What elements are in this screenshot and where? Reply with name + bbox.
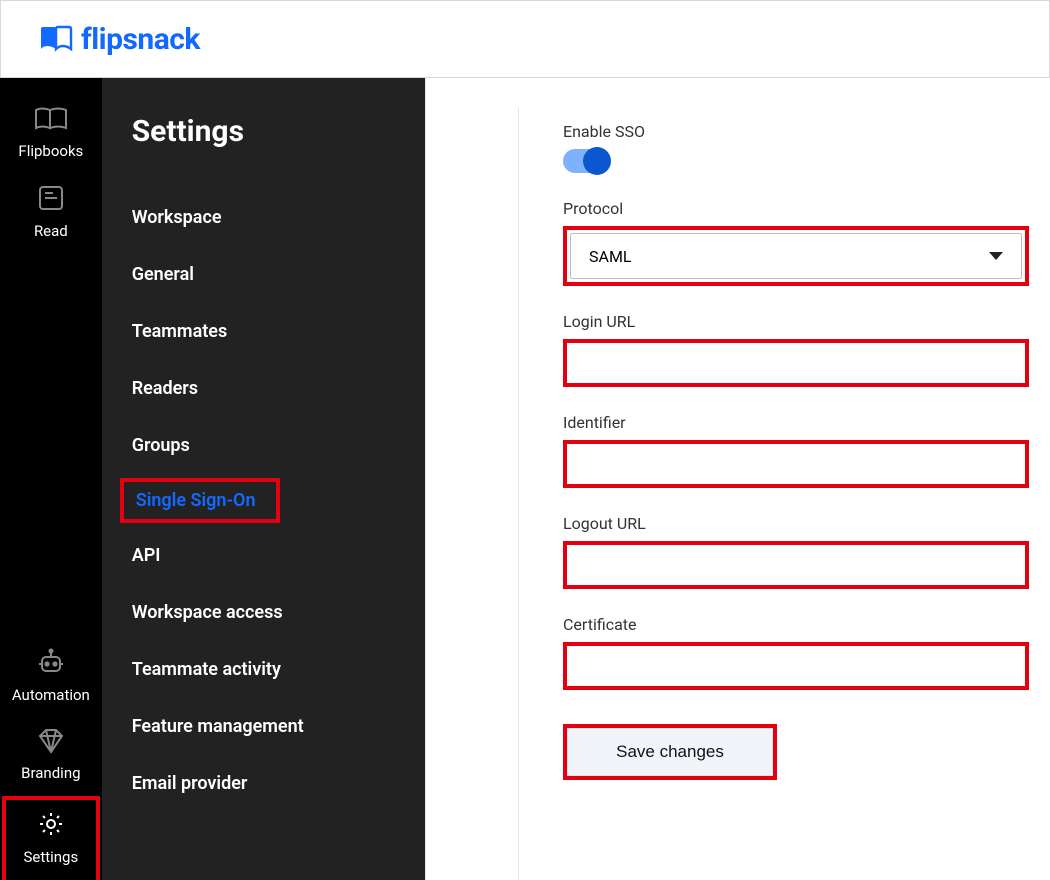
chevron-down-icon [989, 252, 1003, 260]
sub-item-api[interactable]: API [102, 531, 425, 580]
sub-item-workspace[interactable]: Workspace [102, 193, 425, 242]
book-open-icon [34, 106, 68, 136]
settings-heading: Settings [102, 114, 425, 193]
rail-item-automation[interactable]: Automation [0, 638, 102, 718]
rail-item-flipbooks[interactable]: Flipbooks [0, 96, 102, 174]
sub-item-feature-management[interactable]: Feature management [102, 702, 425, 751]
toggle-knob [583, 147, 611, 175]
enable-sso-label: Enable SSO [563, 122, 1030, 141]
robot-icon [36, 648, 66, 680]
certificate-field-wrap [563, 642, 1029, 690]
sub-item-teammate-activity[interactable]: Teammate activity [102, 645, 425, 694]
certificate-input[interactable] [571, 650, 1021, 682]
save-changes-button[interactable]: Save changes [567, 728, 773, 776]
logout-url-input[interactable] [571, 549, 1021, 581]
sub-item-general[interactable]: General [102, 250, 425, 299]
identifier-input[interactable] [571, 448, 1021, 480]
primary-nav-rail: Flipbooks Read [0, 78, 102, 880]
flipsnack-icon [39, 25, 73, 53]
sso-form-panel: Enable SSO Protocol SAML Login URL Ident… [425, 78, 1050, 880]
enable-sso-toggle[interactable] [563, 149, 609, 173]
login-url-label: Login URL [563, 312, 1030, 331]
rail-label: Settings [23, 848, 78, 866]
brand-logo[interactable]: flipsnack [39, 22, 200, 57]
logout-url-field-wrap [563, 541, 1029, 589]
sub-item-readers[interactable]: Readers [102, 364, 425, 413]
rail-label: Branding [21, 764, 80, 782]
settings-submenu: Settings Workspace General Teammates Rea… [102, 78, 425, 880]
rail-item-settings[interactable]: Settings [6, 800, 96, 880]
sub-item-email-provider[interactable]: Email provider [102, 759, 425, 808]
gear-icon [37, 810, 65, 842]
protocol-value: SAML [589, 247, 632, 266]
top-bar: flipsnack [0, 0, 1050, 78]
diamond-icon [36, 728, 66, 758]
sub-item-teammates[interactable]: Teammates [102, 307, 425, 356]
rail-label: Automation [12, 686, 90, 704]
certificate-label: Certificate [563, 615, 1030, 634]
read-icon [37, 184, 65, 216]
protocol-select[interactable]: SAML [570, 233, 1022, 279]
identifier-field-wrap [563, 440, 1029, 488]
rail-item-read[interactable]: Read [0, 174, 102, 254]
rail-label: Flipbooks [18, 142, 83, 160]
login-url-input[interactable] [571, 347, 1021, 379]
logout-url-label: Logout URL [563, 514, 1030, 533]
brand-name: flipsnack [81, 22, 200, 57]
rail-label: Read [34, 222, 68, 240]
login-url-field-wrap [563, 339, 1029, 387]
sub-item-groups[interactable]: Groups [102, 421, 425, 470]
sub-item-single-sign-on[interactable]: Single Sign-On [120, 478, 280, 523]
protocol-label: Protocol [563, 199, 1030, 218]
rail-item-branding[interactable]: Branding [0, 718, 102, 796]
sub-item-workspace-access[interactable]: Workspace access [102, 588, 425, 637]
identifier-label: Identifier [563, 413, 1030, 432]
